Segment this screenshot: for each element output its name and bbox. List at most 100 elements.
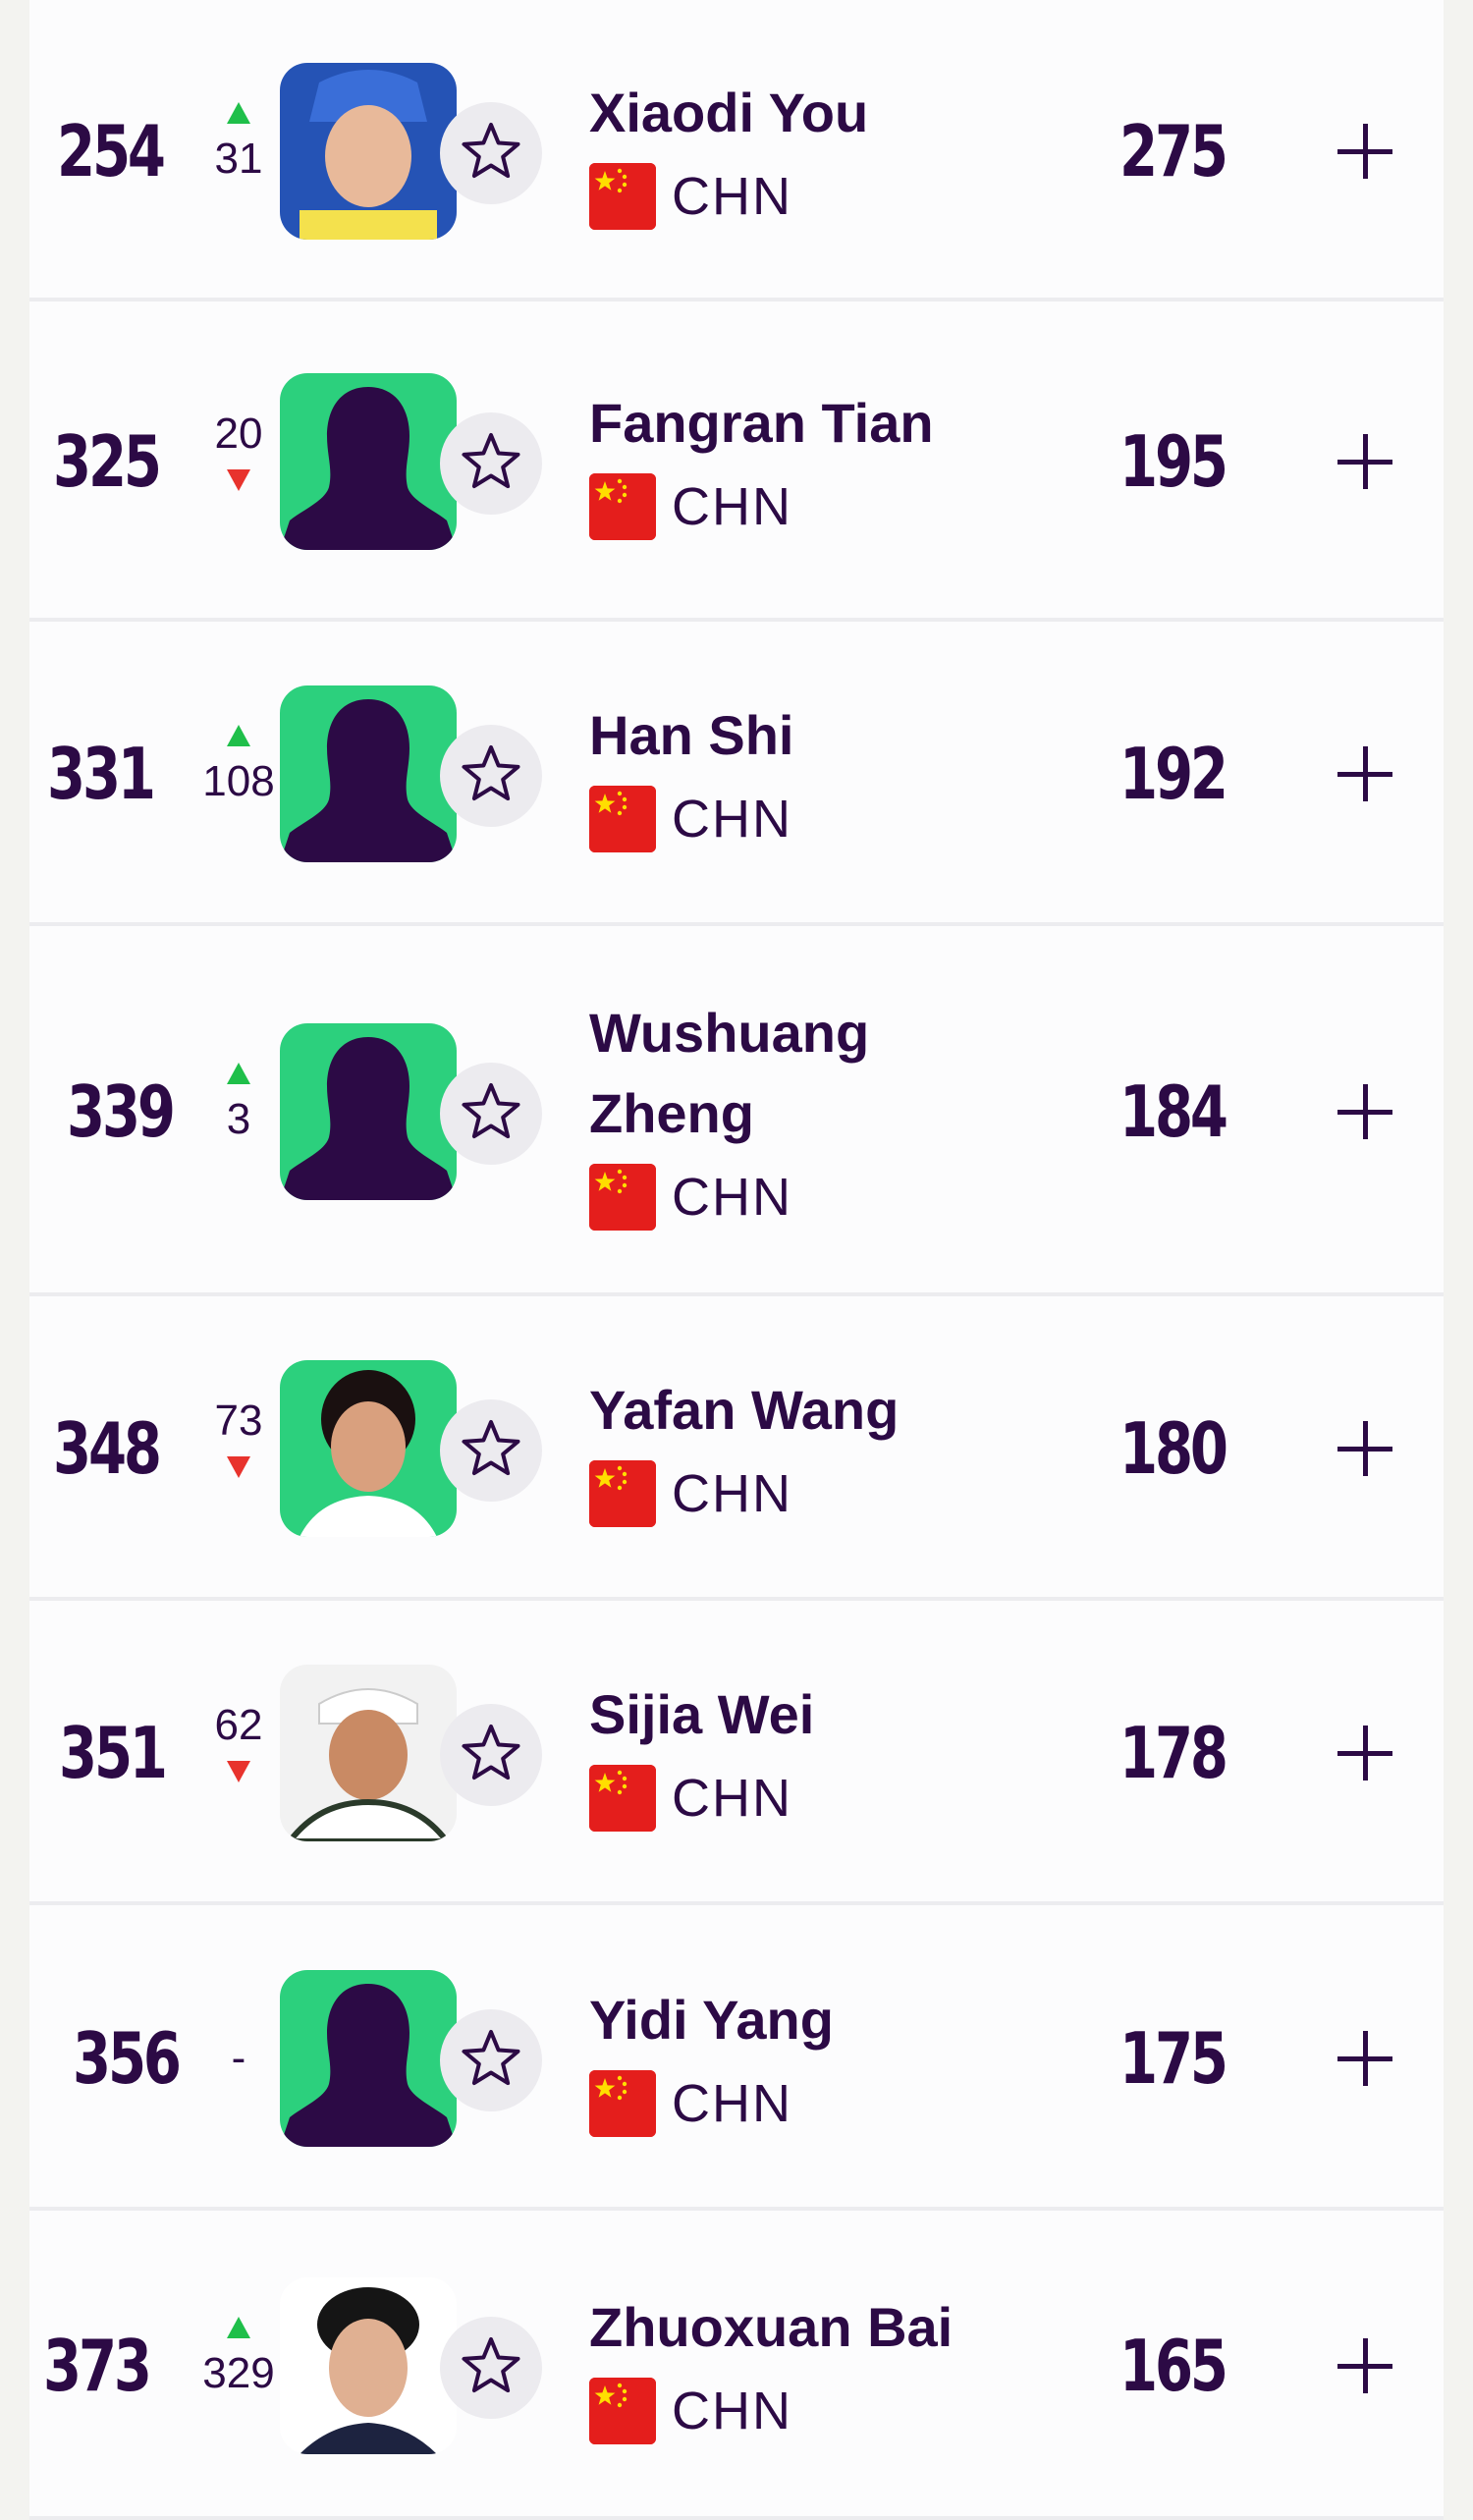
rank-number: 373 xyxy=(43,2324,152,2407)
favorite-button[interactable] xyxy=(440,725,542,827)
rank-number: 351 xyxy=(59,1712,168,1794)
rank-movement-value: 73 xyxy=(214,1397,263,1445)
rank-number: 339 xyxy=(67,1069,176,1153)
player-country: CHN xyxy=(589,473,792,540)
favorite-button[interactable] xyxy=(440,412,542,515)
china-flag-icon xyxy=(589,1163,656,1231)
player-name[interactable]: Yidi Yang xyxy=(589,1980,1061,2060)
rank-movement: 20 xyxy=(185,412,293,491)
player-name[interactable]: Han Shi xyxy=(589,695,1061,776)
player-points: 184 xyxy=(1119,1069,1228,1153)
favorite-button[interactable] xyxy=(440,2316,542,2419)
country-code: CHN xyxy=(672,477,792,536)
expand-plus-icon[interactable] xyxy=(1336,744,1394,803)
rank-number: 356 xyxy=(73,2016,182,2100)
player-country: CHN xyxy=(589,162,792,230)
rank-movement-value: - xyxy=(231,2033,246,2082)
ranking-row[interactable]: 351 62 Sijia Wei CHN 178 xyxy=(29,1601,1444,1905)
arrow-up-icon xyxy=(227,101,250,124)
rank-movement: 73 xyxy=(185,1399,293,1478)
arrow-up-icon xyxy=(227,1062,250,1084)
expand-plus-icon[interactable] xyxy=(1336,1082,1394,1141)
ranking-row[interactable]: 254 31 Xiaodi You CHN 275 xyxy=(29,0,1444,301)
ranking-row[interactable]: 348 73 Yafan Wang CHN 180 xyxy=(29,1296,1444,1601)
ranking-row[interactable]: 325 20 Fangran Tian CHN 195 xyxy=(29,301,1444,622)
favorite-button[interactable] xyxy=(440,1062,542,1165)
star-icon xyxy=(460,1722,522,1788)
rank-movement-value: 20 xyxy=(214,410,263,458)
player-avatar[interactable] xyxy=(280,1360,457,1537)
expand-plus-icon[interactable] xyxy=(1336,432,1394,491)
player-points: 175 xyxy=(1119,2016,1228,2100)
country-code: CHN xyxy=(672,2073,792,2133)
rank-movement-value: 3 xyxy=(226,1094,251,1143)
ranking-row[interactable]: 339 3 Wushuang Zheng CHN 184 xyxy=(29,926,1444,1296)
favorite-button[interactable] xyxy=(440,2008,542,2111)
player-country: CHN xyxy=(589,1460,792,1527)
player-avatar[interactable] xyxy=(280,373,457,550)
china-flag-icon xyxy=(589,1765,656,1832)
rank-number: 331 xyxy=(47,733,156,815)
favorite-button[interactable] xyxy=(440,101,542,204)
player-name[interactable]: Sijia Wei xyxy=(589,1674,1061,1755)
rank-number: 348 xyxy=(53,1407,162,1490)
country-code: CHN xyxy=(672,1464,792,1523)
favorite-button[interactable] xyxy=(440,1704,542,1806)
china-flag-icon xyxy=(589,473,656,540)
player-name[interactable]: Fangran Tian xyxy=(589,383,1061,464)
expand-plus-icon[interactable] xyxy=(1336,122,1394,181)
ranking-row[interactable]: 373 329 Zhuoxuan Bai CHN 165 xyxy=(29,2211,1444,2520)
china-flag-icon xyxy=(589,2069,656,2137)
arrow-down-icon xyxy=(227,469,250,491)
rank-movement-value: 31 xyxy=(214,134,263,183)
rank-movement: 3 xyxy=(185,1062,293,1143)
favorite-button[interactable] xyxy=(440,1399,542,1502)
player-name[interactable]: Yafan Wang xyxy=(589,1370,1061,1451)
rank-movement: 31 xyxy=(185,101,293,183)
player-avatar[interactable] xyxy=(280,62,457,240)
star-icon xyxy=(460,742,522,809)
player-name[interactable]: Wushuang Zheng xyxy=(589,993,913,1154)
rank-movement-value: 108 xyxy=(202,757,275,805)
expand-plus-icon[interactable] xyxy=(1336,1724,1394,1782)
expand-plus-icon[interactable] xyxy=(1336,2029,1394,2088)
star-icon xyxy=(460,2027,522,2094)
player-country: CHN xyxy=(589,786,792,852)
country-code: CHN xyxy=(672,1167,792,1227)
country-code: CHN xyxy=(672,790,792,849)
player-points: 180 xyxy=(1119,1407,1228,1490)
player-points: 275 xyxy=(1119,109,1228,192)
player-avatar[interactable] xyxy=(280,2276,457,2454)
player-name[interactable]: Zhuoxuan Bai xyxy=(589,2287,1061,2368)
arrow-up-icon xyxy=(227,2316,250,2338)
player-points: 165 xyxy=(1119,2324,1228,2407)
expand-plus-icon[interactable] xyxy=(1336,2336,1394,2395)
china-flag-icon xyxy=(589,1460,656,1527)
player-avatar[interactable] xyxy=(280,685,457,862)
player-avatar[interactable] xyxy=(280,1022,457,1200)
player-country: CHN xyxy=(589,1765,792,1832)
arrow-up-icon xyxy=(227,725,250,746)
rank-movement: 62 xyxy=(185,1704,293,1782)
player-country: CHN xyxy=(589,1163,792,1231)
rankings-list: 254 31 Xiaodi You CHN 275 325 20 Fangran Tia… xyxy=(29,0,1444,2520)
player-points: 178 xyxy=(1119,1712,1228,1794)
player-name[interactable]: Xiaodi You xyxy=(589,73,1061,153)
star-icon xyxy=(460,1417,522,1484)
rank-movement: 108 xyxy=(185,725,293,803)
star-icon xyxy=(460,1080,522,1147)
player-avatar[interactable] xyxy=(280,1665,457,1841)
player-points: 195 xyxy=(1119,420,1228,503)
china-flag-icon xyxy=(589,786,656,852)
china-flag-icon xyxy=(589,2377,656,2444)
expand-plus-icon[interactable] xyxy=(1336,1419,1394,1478)
player-country: CHN xyxy=(589,2069,792,2137)
rank-movement: - xyxy=(185,2033,293,2082)
ranking-row[interactable]: 331 108 Han Shi CHN 192 xyxy=(29,622,1444,926)
player-avatar[interactable] xyxy=(280,1969,457,2147)
country-code: CHN xyxy=(672,166,792,226)
star-icon xyxy=(460,120,522,187)
star-icon xyxy=(460,2334,522,2401)
arrow-down-icon xyxy=(227,1761,250,1782)
ranking-row[interactable]: 356- Yidi Yang CHN 175 xyxy=(29,1905,1444,2211)
